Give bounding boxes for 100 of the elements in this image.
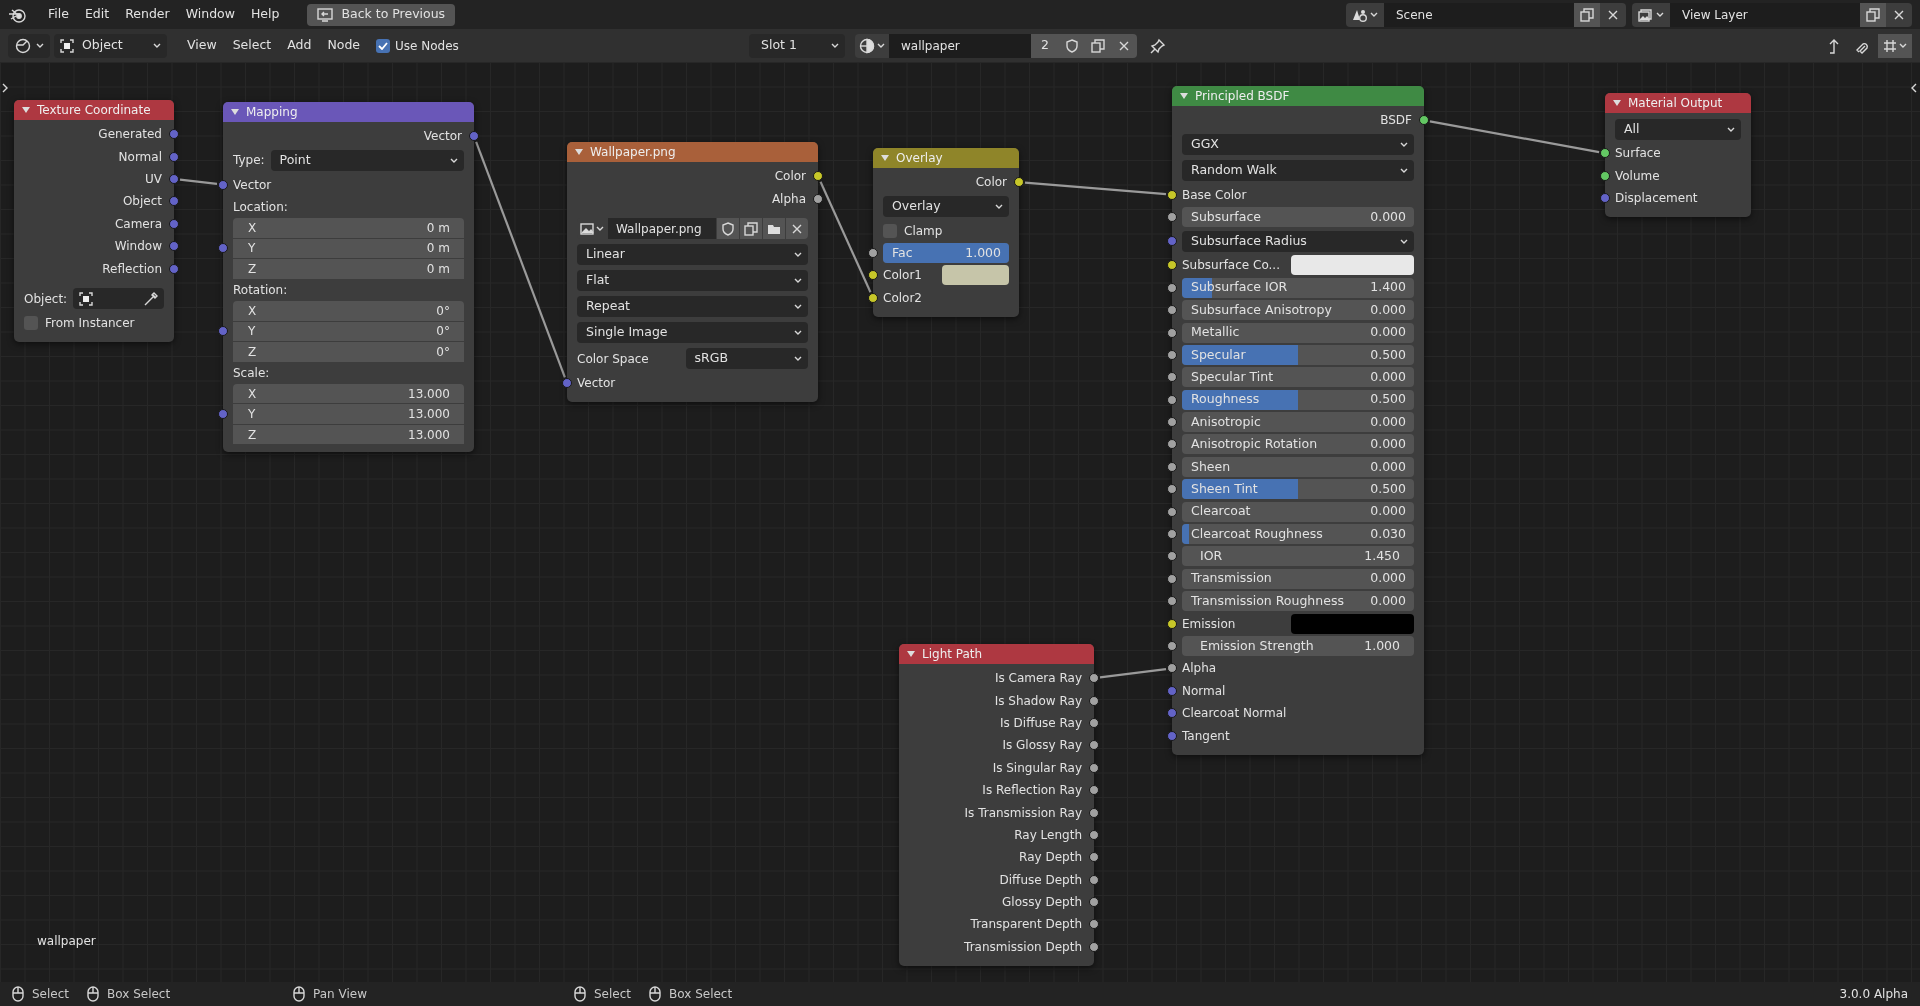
color-swatch[interactable] (942, 265, 1009, 286)
number-field[interactable]: Y 13.000 (233, 404, 464, 424)
socket[interactable] (868, 292, 878, 303)
slider[interactable]: Specular Tint 0.000 (1182, 367, 1414, 388)
dropdown[interactable]: GGX (1182, 133, 1414, 155)
close-button[interactable] (1111, 33, 1137, 58)
menu-item[interactable]: Add (279, 34, 320, 57)
socket[interactable] (1089, 897, 1099, 908)
number-field[interactable]: X 13.000 (233, 383, 464, 404)
number-field[interactable]: Z 13.000 (233, 424, 464, 445)
socket[interactable] (1167, 461, 1177, 472)
dropdown[interactable]: Subsurface Radius (1182, 230, 1414, 252)
menu-item[interactable]: Edit (76, 3, 118, 26)
slot-dropdown[interactable]: Slot 1 (749, 33, 845, 58)
dropdown[interactable]: Single Image (577, 322, 808, 344)
socket[interactable] (1089, 874, 1099, 885)
number-field[interactable]: Y 0° (233, 321, 464, 342)
checkbox[interactable] (376, 38, 391, 53)
socket[interactable] (1167, 529, 1177, 540)
menu-item[interactable]: File (40, 3, 77, 26)
material-browse-button[interactable] (855, 33, 889, 58)
image-name-field[interactable]: Wallpaper.png (608, 218, 716, 240)
slider[interactable]: Anisotropic 0.000 (1182, 412, 1414, 433)
socket[interactable] (1167, 663, 1177, 674)
socket[interactable] (1089, 852, 1099, 863)
socket[interactable] (1167, 573, 1177, 584)
socket[interactable] (1167, 551, 1177, 562)
socket[interactable] (1600, 170, 1610, 181)
socket[interactable] (1167, 618, 1177, 629)
number-field[interactable]: X 0 m (233, 218, 464, 238)
menu-item[interactable]: Render (117, 3, 178, 26)
socket[interactable] (1089, 785, 1099, 796)
slider[interactable]: Anisotropic Rotation 0.000 (1182, 434, 1414, 455)
slider[interactable]: Transmission Roughness 0.000 (1182, 591, 1414, 612)
socket[interactable] (1167, 439, 1177, 450)
node-header[interactable]: Texture Coordinate (14, 100, 174, 120)
socket[interactable] (1167, 282, 1177, 293)
socket[interactable] (1167, 484, 1177, 495)
socket[interactable] (1600, 148, 1610, 159)
fake-user-button[interactable] (717, 218, 739, 240)
node-header[interactable]: Light Path (899, 644, 1094, 664)
node-header[interactable]: Overlay (873, 148, 1019, 168)
socket[interactable] (1167, 394, 1177, 405)
slider[interactable]: Clearcoat Roughness 0.030 (1182, 524, 1414, 545)
socket[interactable] (1014, 177, 1024, 188)
socket[interactable] (1167, 260, 1177, 271)
node-header[interactable]: Wallpaper.png (567, 142, 818, 162)
socket[interactable] (868, 270, 878, 281)
socket[interactable] (1167, 349, 1177, 360)
slider[interactable]: Subsurface Anisotropy 0.000 (1182, 300, 1414, 321)
slider[interactable]: Sheen Tint 0.500 (1182, 479, 1414, 500)
slider[interactable]: Clearcoat 0.000 (1182, 501, 1414, 522)
socket[interactable] (1167, 305, 1177, 316)
view-layer-field[interactable]: View Layer (1670, 2, 1860, 27)
snap-grid-dropdown[interactable] (1878, 33, 1912, 58)
dropdown[interactable]: Flat (577, 270, 808, 292)
dropdown[interactable]: Repeat (577, 296, 808, 318)
socket[interactable] (1167, 596, 1177, 607)
socket[interactable] (868, 247, 878, 258)
color-swatch[interactable] (1291, 255, 1414, 276)
socket[interactable] (1089, 829, 1099, 840)
menu-item[interactable]: Node (319, 34, 369, 57)
slider[interactable]: Fac 1.000 (883, 242, 1009, 263)
copy-button[interactable] (1860, 2, 1886, 27)
number-field[interactable]: Z 0 m (233, 259, 464, 279)
number-field[interactable]: Y 0 m (233, 238, 464, 259)
dropdown[interactable]: Random Walk (1182, 159, 1414, 181)
slider[interactable]: Subsurface 0.000 (1182, 206, 1414, 227)
material-field[interactable]: wallpaper (889, 33, 1031, 58)
copy-button[interactable] (740, 218, 762, 240)
back-button[interactable]: Back to Previous (307, 3, 456, 26)
slider[interactable]: Metallic 0.000 (1182, 322, 1414, 343)
socket[interactable] (1089, 919, 1099, 930)
socket[interactable] (1089, 717, 1099, 728)
socket[interactable] (1167, 327, 1177, 338)
close-button[interactable] (786, 218, 808, 240)
dropdown[interactable]: Point (270, 149, 464, 171)
slider[interactable]: Transmission 0.000 (1182, 568, 1414, 589)
number-field[interactable]: Emission Strength 1.000 (1182, 636, 1414, 656)
slider[interactable]: Sheen 0.000 (1182, 456, 1414, 477)
editor-type-dropdown[interactable] (8, 33, 50, 58)
socket[interactable] (1167, 372, 1177, 383)
slider[interactable]: Specular 0.500 (1182, 344, 1414, 365)
close-button[interactable] (1600, 2, 1626, 27)
dropdown[interactable]: sRGB (685, 348, 808, 370)
socket[interactable] (1089, 941, 1099, 952)
socket[interactable] (1419, 115, 1429, 126)
copy-button[interactable] (1574, 2, 1600, 27)
scene-field[interactable]: Scene (1384, 2, 1574, 27)
slider[interactable]: Roughness 0.500 (1182, 389, 1414, 410)
socket[interactable] (1167, 641, 1177, 651)
dropdown[interactable]: All (1615, 118, 1741, 140)
menu-item[interactable]: Help (242, 3, 288, 26)
socket[interactable] (1167, 506, 1177, 517)
socket[interactable] (1089, 740, 1099, 751)
node-header[interactable]: Mapping (223, 102, 474, 122)
node-header[interactable]: Principled BSDF (1172, 86, 1424, 106)
close-button[interactable] (1886, 2, 1912, 27)
color-swatch[interactable] (1291, 613, 1414, 634)
open-folder-button[interactable] (763, 218, 785, 240)
